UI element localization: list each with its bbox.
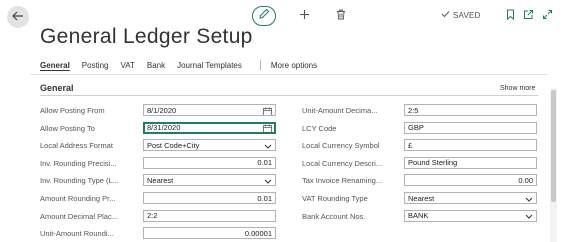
field-value-allow-posting-to: 8/31/2020	[147, 123, 181, 133]
check-icon	[441, 10, 450, 20]
input-tax-invoice-renaming[interactable]: 0.00	[404, 174, 537, 187]
field-value-unit-amount-decima: 2:5	[408, 105, 419, 115]
tab-bank[interactable]: Bank	[147, 61, 165, 70]
field-label-lcy-code: LCY Code	[302, 123, 337, 133]
tab-general[interactable]: General	[40, 61, 70, 70]
chevron-down-icon[interactable]	[525, 212, 533, 221]
pencil-icon	[258, 7, 270, 25]
field-value-amount-rounding-pr: 0.01	[257, 193, 272, 203]
field-value-local-address-format: Post Code+City	[147, 140, 200, 150]
field-value-tax-invoice-renaming: 0.00	[518, 175, 533, 185]
field-value-local-currency-descri: Pound Sterling	[408, 158, 458, 168]
field-value-amount-decimal-plac: 2:2	[147, 211, 158, 221]
action-tabs: General Posting VAT Bank Journal Templat…	[40, 60, 329, 70]
input-lcy-code[interactable]: GBP	[404, 121, 537, 134]
field-label-allow-posting-to: Allow Posting To	[40, 123, 95, 133]
field-value-local-currency-symbol: £	[408, 140, 413, 150]
input-inv-rounding-precisi[interactable]: 0.01	[143, 156, 276, 169]
calendar-icon[interactable]	[263, 106, 272, 115]
field-value-lcy-code: GBP	[408, 123, 424, 133]
trash-icon	[336, 7, 346, 25]
field-value-inv-rounding-type-l: Nearest	[147, 175, 174, 185]
delete-button[interactable]	[333, 8, 349, 24]
field-label-inv-rounding-precisi: Inv. Rounding Precisi...	[40, 158, 117, 168]
select-inv-rounding-type-l[interactable]: Nearest	[143, 174, 276, 187]
field-label-bank-account-nos: Bank Account Nos.	[302, 211, 366, 221]
field-value-allow-posting-from: 8/1/2020	[147, 105, 177, 115]
field-value-inv-rounding-precisi: 0.01	[257, 158, 272, 168]
field-label-local-currency-symbol: Local Currency Symbol	[302, 141, 380, 151]
field-label-local-currency-descri: Local Currency Descri...	[302, 158, 383, 168]
back-button[interactable]	[7, 6, 29, 28]
scrollbar-thumb[interactable]	[551, 90, 556, 202]
section-title-general[interactable]: General	[40, 83, 74, 93]
select-vat-rounding-type[interactable]: Nearest	[404, 192, 537, 204]
expand-icon	[542, 7, 553, 25]
open-new-window-button[interactable]	[520, 8, 536, 24]
saved-status: SAVED	[441, 10, 481, 20]
field-label-amount-rounding-pr: Amount Rounding Pr...	[40, 194, 116, 203]
chevron-down-icon[interactable]	[525, 194, 533, 203]
field-label-inv-rounding-type-l: Inv. Rounding Type (L...	[40, 176, 119, 186]
chevron-down-icon[interactable]	[264, 176, 272, 185]
tabs-divider	[259, 60, 261, 70]
field-label-local-address-format: Local Address Format	[40, 141, 113, 151]
field-value-bank-account-nos: BANK	[408, 211, 429, 221]
plus-icon	[299, 7, 310, 25]
bookmark-button[interactable]	[502, 8, 518, 24]
section-divider	[40, 95, 538, 96]
show-more-link[interactable]: Show more	[500, 85, 535, 92]
tab-journal-templates[interactable]: Journal Templates	[177, 61, 242, 70]
field-label-vat-rounding-type: VAT Rounding Type	[302, 194, 368, 203]
more-options-button[interactable]: More options	[271, 61, 317, 70]
field-value-unit-amount-roundi: 0.00001	[244, 228, 272, 238]
new-button[interactable]	[296, 8, 312, 24]
input-amount-rounding-pr[interactable]: 0.01	[143, 192, 276, 204]
tab-vat[interactable]: VAT	[120, 61, 134, 70]
input-local-currency-symbol[interactable]: £	[404, 139, 537, 152]
input-unit-amount-roundi[interactable]: 0.00001	[143, 227, 276, 240]
field-value-vat-rounding-type: Nearest	[408, 193, 435, 203]
saved-label: SAVED	[453, 10, 481, 20]
input-unit-amount-decima[interactable]: 2:5	[404, 104, 537, 116]
select-local-address-format[interactable]: Post Code+City	[143, 139, 276, 152]
arrow-left-icon	[12, 8, 24, 26]
input-amount-decimal-plac[interactable]: 2:2	[143, 209, 276, 222]
tabs-divider-line	[30, 74, 548, 75]
field-label-unit-amount-decima: Unit-Amount Decima...	[302, 106, 378, 115]
expand-button[interactable]	[539, 8, 555, 24]
input-local-currency-descri[interactable]: Pound Sterling	[404, 156, 537, 169]
open-new-window-icon	[523, 7, 534, 25]
chevron-down-icon[interactable]	[264, 141, 272, 150]
field-label-tax-invoice-renaming: Tax Invoice Renaming...	[302, 176, 383, 186]
bookmark-icon	[506, 7, 515, 25]
input-allow-posting-from[interactable]: 8/1/2020	[143, 104, 276, 116]
select-bank-account-nos[interactable]: BANK	[404, 209, 537, 222]
field-label-amount-decimal-plac: Amount Decimal Plac...	[40, 211, 118, 221]
page-title: General Ledger Setup	[40, 25, 253, 48]
input-allow-posting-to[interactable]: 8/31/2020	[143, 121, 276, 134]
calendar-icon[interactable]	[263, 124, 272, 133]
field-label-unit-amount-roundi: Unit-Amount Roundi...	[40, 229, 114, 239]
edit-button[interactable]	[252, 6, 276, 26]
tab-posting[interactable]: Posting	[82, 61, 109, 70]
field-label-allow-posting-from: Allow Posting From	[40, 106, 105, 115]
